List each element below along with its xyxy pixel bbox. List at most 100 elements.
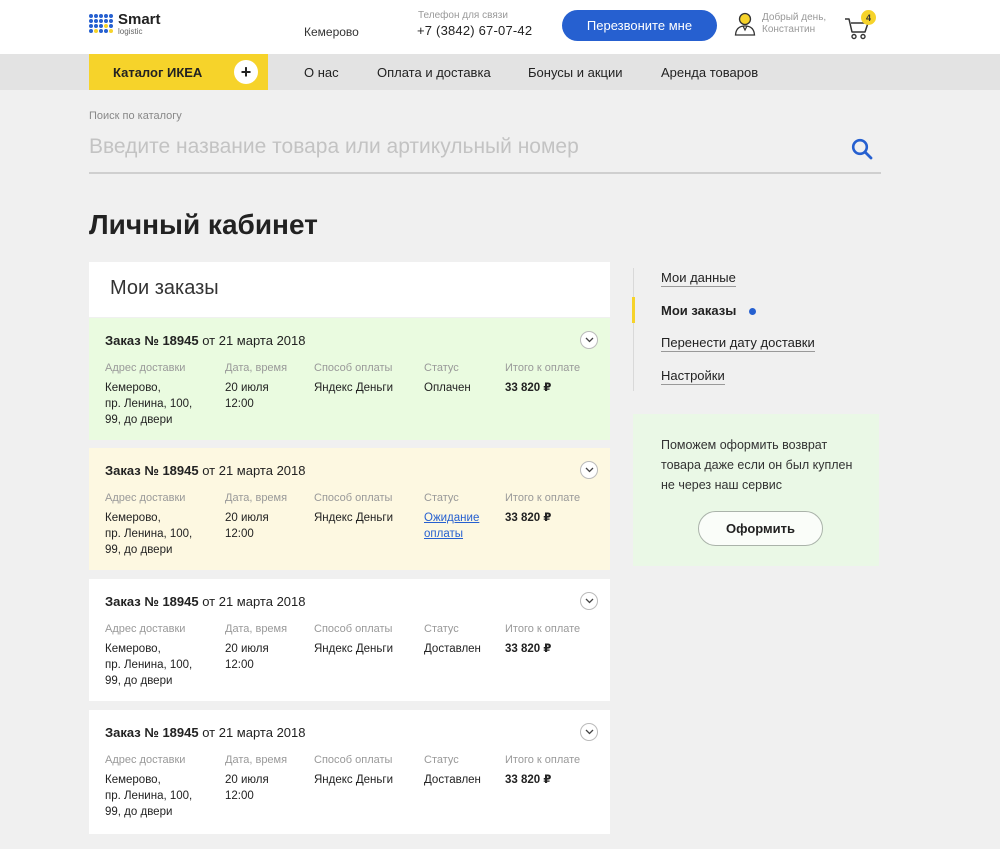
label-total: Итого к оплате <box>505 362 581 374</box>
label-address: Адрес доставки <box>105 362 186 374</box>
order-payment: Яндекс Деньги <box>314 512 394 524</box>
logo-title: Smart <box>118 11 161 28</box>
order-address: Кемерово, пр. Ленина, 100, 99, до двери <box>105 380 192 428</box>
order-card[interactable]: Заказ № 18945 от 21 марта 2018 Адрес дост… <box>89 448 610 570</box>
order-number: Заказ № 18945 <box>105 594 199 609</box>
address-line: Кемерово, <box>105 643 161 655</box>
date-line: 12:00 <box>225 528 254 540</box>
chevron-down-icon <box>585 598 593 604</box>
order-status: Доставлен <box>424 772 481 788</box>
nav-link-about[interactable]: О нас <box>304 65 339 80</box>
site-header: Smart logistic Кемерово Телефон для связ… <box>0 0 1000 54</box>
menu-active-indicator <box>632 297 635 323</box>
address-line: пр. Ленина, 100, <box>105 528 193 540</box>
order-datetime: 20 июля 12:00 <box>225 641 269 673</box>
return-submit-button[interactable]: Оформить <box>698 511 823 546</box>
order-datetime: 20 июля 12:00 <box>225 772 269 804</box>
expand-order-button[interactable] <box>580 461 598 479</box>
label-payment: Способ оплаты <box>314 754 393 766</box>
label-status: Статус <box>424 362 459 374</box>
menu-item-my-data[interactable]: Мои данные <box>661 270 736 287</box>
order-datetime: 20 июля 12:00 <box>225 510 269 542</box>
status-line: оплаты <box>424 528 464 540</box>
cart-button[interactable]: 4 <box>844 10 876 41</box>
callback-button[interactable]: Перезвоните мне <box>562 10 717 41</box>
label-datetime: Дата, время <box>225 623 288 635</box>
order-card[interactable]: Заказ № 18945 от 21 марта 2018 Адрес дост… <box>89 579 610 701</box>
label-payment: Способ оплаты <box>314 492 393 504</box>
status-line: Оплачен <box>424 382 471 394</box>
label-address: Адрес доставки <box>105 754 186 766</box>
search-input[interactable] <box>89 132 839 162</box>
logo[interactable]: Smart logistic <box>89 12 161 36</box>
cart-count-badge: 4 <box>861 10 876 25</box>
address-line: пр. Ленина, 100, <box>105 398 193 410</box>
address-line: 99, до двери <box>105 544 173 556</box>
order-title: Заказ № 18945 от 21 марта 2018 <box>105 463 306 478</box>
chevron-down-icon <box>585 467 593 473</box>
address-line: 99, до двери <box>105 806 173 818</box>
user-name: Константин <box>762 24 816 35</box>
main-nav: Каталог ИКЕА + О нас Оплата и доставка Б… <box>0 54 1000 90</box>
label-status: Статус <box>424 492 459 504</box>
date-line: 20 июля <box>225 643 269 655</box>
orders-header: Мои заказы <box>89 262 610 317</box>
label-payment: Способ оплаты <box>314 623 393 635</box>
order-datetime: 20 июля 12:00 <box>225 380 269 412</box>
date-line: 12:00 <box>225 398 254 410</box>
order-number: Заказ № 18945 <box>105 463 199 478</box>
active-dot-icon <box>749 308 756 315</box>
order-status: Доставлен <box>424 641 481 657</box>
user-account[interactable]: Добрый день, Константин <box>734 12 826 36</box>
order-total: 33 820 ₽ <box>505 643 552 655</box>
order-date: от 21 марта 2018 <box>198 333 306 348</box>
user-greeting: Добрый день, <box>762 12 827 23</box>
address-line: Кемерово, <box>105 774 161 786</box>
search-icon[interactable] <box>851 138 873 160</box>
catalog-button[interactable]: Каталог ИКЕА + <box>89 54 268 90</box>
label-total: Итого к оплате <box>505 492 581 504</box>
nav-link-rent[interactable]: Аренда товаров <box>661 65 758 80</box>
nav-link-bonuses[interactable]: Бонусы и акции <box>528 65 623 80</box>
order-title: Заказ № 18945 от 21 марта 2018 <box>105 333 306 348</box>
order-status[interactable]: Ожидание оплаты <box>424 510 479 542</box>
expand-order-button[interactable] <box>580 331 598 349</box>
catalog-label: Каталог ИКЕА <box>113 64 203 80</box>
order-card[interactable]: Заказ № 18945 от 21 марта 2018 Адрес дост… <box>89 710 610 834</box>
date-line: 12:00 <box>225 659 254 671</box>
order-title: Заказ № 18945 от 21 марта 2018 <box>105 725 306 740</box>
order-date: от 21 марта 2018 <box>198 725 306 740</box>
address-line: Кемерово, <box>105 382 161 394</box>
plus-icon: + <box>234 60 258 84</box>
label-payment: Способ оплаты <box>314 362 393 374</box>
city-selector[interactable]: Кемерово <box>304 25 359 39</box>
order-number: Заказ № 18945 <box>105 333 199 348</box>
menu-item-my-orders[interactable]: Мои заказы <box>661 303 736 319</box>
phone-label: Телефон для связи <box>418 10 508 21</box>
order-address: Кемерово, пр. Ленина, 100, 99, до двери <box>105 641 192 689</box>
phone-number[interactable]: +7 (3842) 67-07-42 <box>417 23 532 38</box>
expand-order-button[interactable] <box>580 592 598 610</box>
menu-item-reschedule-delivery[interactable]: Перенести дату доставки <box>661 335 815 352</box>
return-text: Поможем оформить возврат товара даже есл… <box>661 438 853 492</box>
order-total: 33 820 ₽ <box>505 774 552 786</box>
order-address: Кемерово, пр. Ленина, 100, 99, до двери <box>105 772 192 820</box>
label-status: Статус <box>424 623 459 635</box>
label-total: Итого к оплате <box>505 754 581 766</box>
order-card[interactable]: Заказ № 18945 от 21 марта 2018 Адрес дост… <box>89 318 610 440</box>
date-line: 20 июля <box>225 774 269 786</box>
address-line: Кемерово, <box>105 512 161 524</box>
nav-link-payment-delivery[interactable]: Оплата и доставка <box>377 65 491 80</box>
expand-order-button[interactable] <box>580 723 598 741</box>
order-payment: Яндекс Деньги <box>314 382 394 394</box>
menu-item-settings[interactable]: Настройки <box>661 368 725 385</box>
search-underline <box>89 172 881 174</box>
address-line: 99, до двери <box>105 675 173 687</box>
label-address: Адрес доставки <box>105 492 186 504</box>
status-line: Доставлен <box>424 643 481 655</box>
order-payment: Яндекс Деньги <box>314 643 394 655</box>
date-line: 20 июля <box>225 512 269 524</box>
date-line: 12:00 <box>225 790 254 802</box>
chevron-down-icon <box>585 729 593 735</box>
logo-subtitle: logistic <box>118 27 143 36</box>
